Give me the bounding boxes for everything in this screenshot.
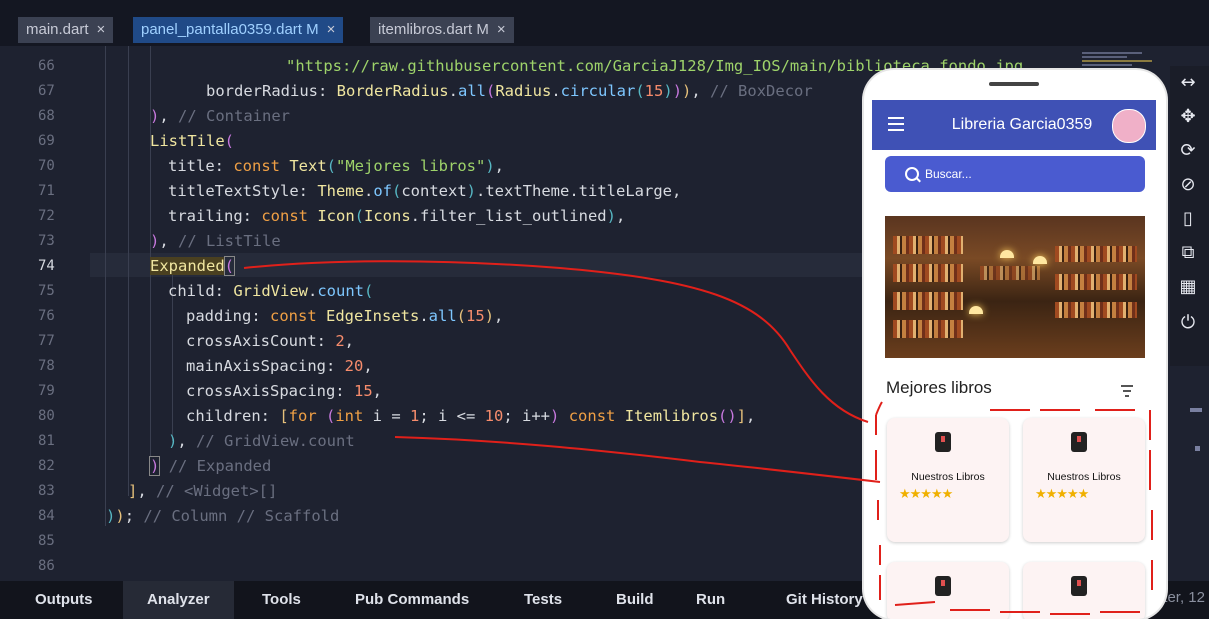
code-line-81: ), // GridView.count <box>168 432 355 450</box>
rotate-device-icon[interactable]: ⊘ <box>1170 168 1206 202</box>
line-number: 85 <box>38 533 55 549</box>
qr-code-icon[interactable]: ▦ <box>1170 270 1206 304</box>
scrollbar-marker <box>1195 446 1200 451</box>
code-line-76: padding: const EdgeInsets.all(15), <box>186 307 504 325</box>
code-line-68: ), // Container <box>150 107 290 125</box>
library-banner-image <box>885 216 1145 358</box>
menu-icon[interactable] <box>888 117 904 131</box>
code-line-78: mainAxisSpacing: 20, <box>186 357 373 375</box>
tab-label: panel_pantalla0359.dart M <box>141 21 319 38</box>
line-number: 70 <box>38 158 55 174</box>
line-number: 71 <box>38 183 55 199</box>
line-number: 69 <box>38 133 55 149</box>
tab-main-dart[interactable]: main.dart × <box>18 17 114 43</box>
close-icon[interactable]: × <box>327 21 336 38</box>
scrollbar-marker <box>1190 408 1202 412</box>
tab-label: itemlibros.dart M <box>378 21 489 38</box>
close-icon[interactable]: × <box>497 21 506 38</box>
tab-git-history[interactable]: Git History <box>786 581 863 619</box>
code-line-74: Expanded( <box>150 256 236 276</box>
line-number: 74 <box>38 258 55 274</box>
book-icon <box>1071 576 1087 596</box>
book-grid: Nuestros Libros ★★★★★ Nuestros Libros ★★… <box>885 418 1145 619</box>
code-line-70: title: const Text("Mejores libros"), <box>168 157 504 175</box>
code-line-71: titleTextStyle: Theme.of(context).textTh… <box>168 182 682 200</box>
tab-tests[interactable]: Tests <box>524 581 562 619</box>
code-line-73: ), // ListTile <box>150 232 281 250</box>
filter-list-icon[interactable] <box>1121 385 1133 400</box>
device-preview: Libreria Garcia0359 Buscar... Mejores li… <box>864 70 1166 619</box>
power-icon[interactable]: ⏻ <box>1170 306 1206 340</box>
search-placeholder: Buscar... <box>925 167 972 181</box>
search-icon <box>905 167 919 181</box>
line-number: 81 <box>38 433 55 449</box>
app-bar: Libreria Garcia0359 <box>872 100 1156 150</box>
code-line-69: ListTile( <box>150 132 234 150</box>
book-card[interactable]: Nuestros Libros ★★★★★ <box>1023 418 1145 542</box>
avatar[interactable] <box>1112 109 1146 143</box>
line-number: 68 <box>38 108 55 124</box>
close-icon[interactable]: × <box>97 21 106 38</box>
book-card[interactable] <box>1023 562 1145 619</box>
star-rating: ★★★★★ <box>1035 486 1089 501</box>
code-line-77: crossAxisCount: 2, <box>186 332 354 350</box>
code-line-80: children: [for (int i = 1; i <= 10; i++)… <box>186 407 756 425</box>
line-number: 75 <box>38 283 55 299</box>
book-icon <box>935 432 951 452</box>
indent-guide <box>105 46 106 526</box>
code-line-84: )); // Column // Scaffold <box>106 507 340 525</box>
book-card[interactable] <box>887 562 1009 619</box>
device-notch <box>989 82 1039 86</box>
tab-pub-commands[interactable]: Pub Commands <box>355 581 469 619</box>
editor-tab-bar: main.dart × panel_pantalla0359.dart M × it… <box>0 0 1209 46</box>
app-title: Libreria Garcia0359 <box>951 116 1093 133</box>
line-number: 66 <box>38 58 55 74</box>
line-number: 67 <box>38 83 55 99</box>
book-title: Nuestros Libros <box>1047 471 1121 483</box>
line-number: 82 <box>38 458 55 474</box>
code-line-79: crossAxisSpacing: 15, <box>186 382 382 400</box>
tab-panel-pantalla[interactable]: panel_pantalla0359.dart M × <box>133 17 344 43</box>
line-number: 73 <box>38 233 55 249</box>
rotate-icon[interactable]: ⟳ <box>1170 134 1206 168</box>
section-title: Mejores libros <box>886 378 992 397</box>
status-text: ter, 12 <box>1163 589 1205 606</box>
expand-horizontal-icon[interactable]: ↔ <box>1170 66 1206 100</box>
open-external-icon[interactable]: ⧉ <box>1170 236 1206 270</box>
line-number: 78 <box>38 358 55 374</box>
line-number: 86 <box>38 558 55 574</box>
code-line-67: borderRadius: BorderRadius.all(Radius.ci… <box>206 82 813 100</box>
line-number: 77 <box>38 333 55 349</box>
resize-icon[interactable]: ▯ <box>1170 202 1206 236</box>
line-number: 83 <box>38 483 55 499</box>
search-input[interactable]: Buscar... <box>885 156 1145 192</box>
book-icon <box>1071 432 1087 452</box>
code-line-72: trailing: const Icon(Icons.filter_list_o… <box>168 207 626 225</box>
book-card[interactable]: Nuestros Libros ★★★★★ <box>887 418 1009 542</box>
move-icon[interactable]: ✥ <box>1170 100 1206 134</box>
indent-guide <box>128 46 129 496</box>
tab-itemlibros[interactable]: itemlibros.dart M × <box>370 17 514 43</box>
line-number-gutter: 66 67 68 69 70 71 72 73 74 75 76 77 78 7… <box>0 46 80 581</box>
star-rating: ★★★★★ <box>899 486 953 501</box>
code-line-82: ) // Expanded <box>148 456 272 476</box>
code-line-75: child: GridView.count( <box>168 282 374 300</box>
line-number: 79 <box>38 383 55 399</box>
tab-outputs[interactable]: Outputs <box>35 581 93 619</box>
book-title: Nuestros Libros <box>911 471 985 483</box>
line-number: 76 <box>38 308 55 324</box>
tab-run[interactable]: Run <box>696 581 725 619</box>
line-number: 72 <box>38 208 55 224</box>
tab-tools[interactable]: Tools <box>262 581 301 619</box>
tab-build[interactable]: Build <box>616 581 654 619</box>
tab-analyzer[interactable]: Analyzer <box>123 581 234 619</box>
line-number: 80 <box>38 408 55 424</box>
device-toolbar: ↔ ✥ ⟳ ⊘ ▯ ⧉ ▦ ⏻ <box>1170 66 1209 366</box>
line-number: 84 <box>38 508 55 524</box>
book-icon <box>935 576 951 596</box>
code-line-83: ], // <Widget>[] <box>128 482 278 500</box>
tab-label: main.dart <box>26 21 89 38</box>
